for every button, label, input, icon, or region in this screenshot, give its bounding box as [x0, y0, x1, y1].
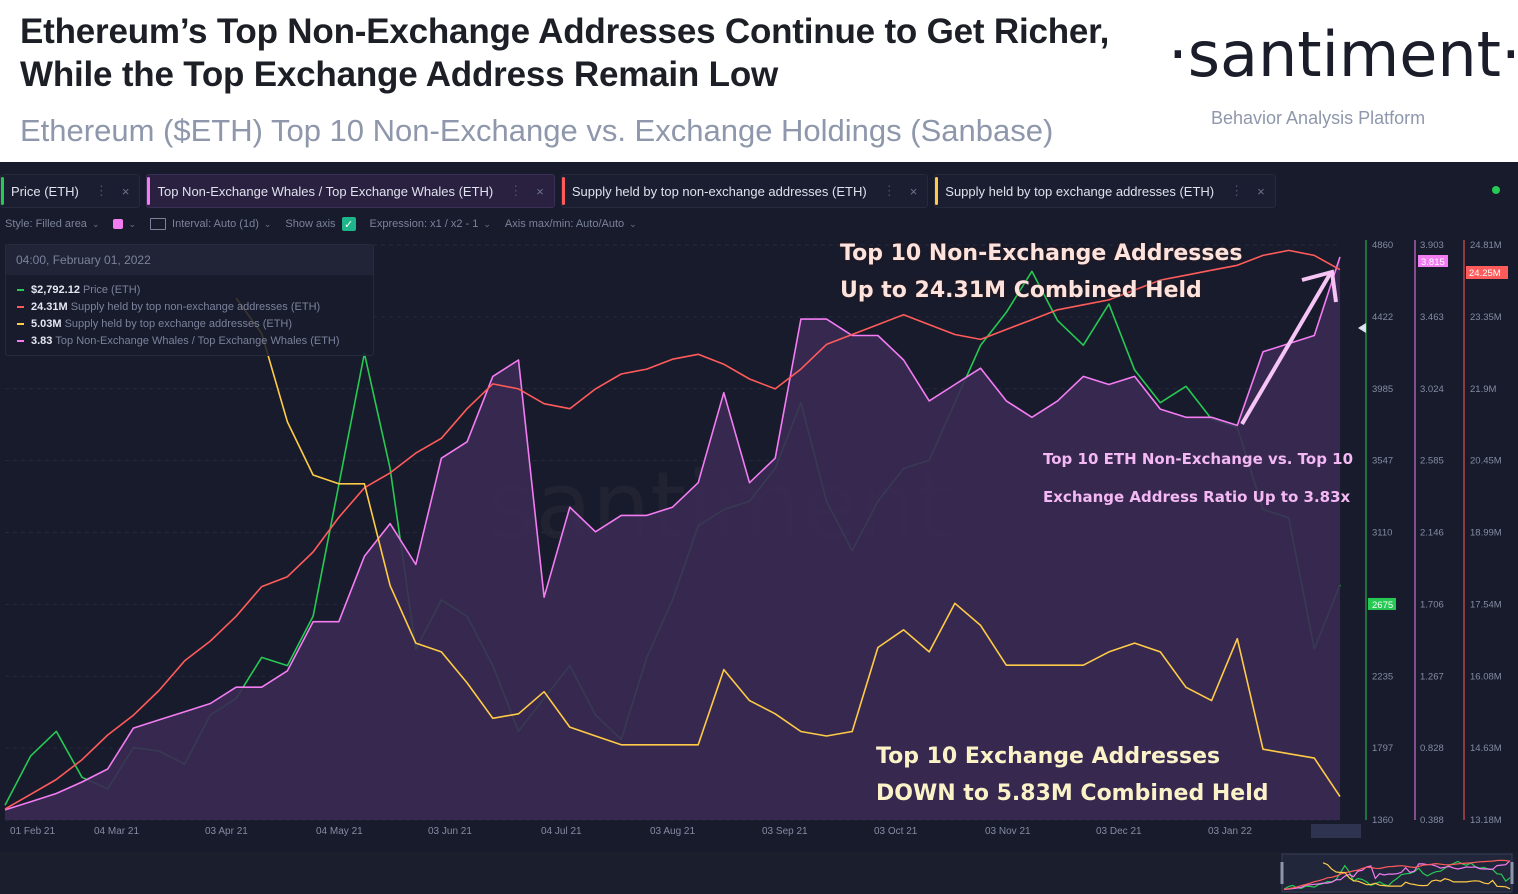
axis-tick-label: 17.54M	[1470, 599, 1502, 610]
tooltip-label: Supply held by top non-exchange addresse…	[70, 300, 321, 313]
x-tick-label: 03 Aug 21	[650, 826, 695, 837]
annotation-line: DOWN to 5.83M Combined Held	[876, 781, 1269, 806]
ratio-marker-label: 3.815	[1421, 257, 1445, 268]
axis-tick-label: 3.024	[1420, 384, 1444, 395]
logo-tagline: Behavior Analysis Platform	[1211, 108, 1426, 128]
legend-swatch	[17, 322, 24, 325]
tooltip-value: 24.31M	[31, 300, 68, 313]
annotation-exchange: Top 10 Exchange Addresses DOWN to 5.83M …	[876, 738, 1269, 812]
axis-tick-label: 3.903	[1420, 240, 1444, 251]
axis-tick-label: 2.585	[1420, 456, 1444, 467]
tooltip-value: $2,792.12	[31, 283, 80, 296]
axis-tick-label: 1.706	[1420, 599, 1444, 610]
annotation-line: Top 10 ETH Non-Exchange vs. Top 10	[1043, 450, 1354, 468]
tooltip-row-non-exchange: 24.31M Supply held by top non-exchange ad…	[6, 298, 373, 315]
price-axis-pointer-icon	[1358, 323, 1366, 333]
x-tick-label: 03 Jun 21	[428, 826, 472, 837]
axis-tick-label: 18.99M	[1470, 528, 1502, 539]
santiment-logo: ·santiment·	[1168, 18, 1518, 91]
tooltip-label: Price (ETH)	[82, 283, 141, 296]
legend-swatch	[17, 288, 24, 291]
axis-tick-label: 0.828	[1420, 743, 1444, 754]
price-marker-label: 2675	[1372, 600, 1393, 611]
legend-swatch	[17, 339, 24, 342]
axis-tick-label: 0.388	[1420, 815, 1444, 826]
tooltip-value: 5.03M	[31, 317, 62, 330]
axis-tick-label: 16.08M	[1470, 671, 1502, 682]
legend-swatch	[17, 305, 24, 308]
axis-tick-label: 4422	[1372, 312, 1393, 323]
tooltip-row-price: $2,792.12 Price (ETH)	[6, 281, 373, 298]
page-subtitle: Ethereum ($ETH) Top 10 Non-Exchange vs. …	[20, 113, 1054, 148]
axis-tick-label: 3547	[1372, 456, 1393, 467]
tooltip-label: Supply held by top exchange addresses (E…	[64, 317, 293, 330]
axis-tick-label: 4860	[1372, 240, 1393, 251]
tooltip-label: Top Non-Exchange Whales / Top Exchange W…	[55, 334, 340, 347]
tooltip-value: 3.83	[31, 334, 53, 347]
x-tick-label: 04 Mar 21	[94, 826, 139, 837]
x-tick-label: 03 Dec 21	[1096, 826, 1142, 837]
axis-tick-label: 13.18M	[1470, 815, 1502, 826]
x-cursor-badge	[1311, 824, 1361, 838]
x-tick-label: 04 Jul 21	[541, 826, 582, 837]
supply-marker-label: 24.25M	[1469, 268, 1501, 279]
axis-tick-label: 14.63M	[1470, 743, 1502, 754]
axis-tick-label: 3985	[1372, 384, 1393, 395]
tooltip-date: 04:00, February 01, 2022	[6, 245, 373, 275]
axis-tick-label: 3.463	[1420, 312, 1444, 323]
x-tick-label: 01 Feb 21	[10, 826, 55, 837]
annotation-line: Exchange Address Ratio Up to 3.83x	[1043, 488, 1351, 506]
x-tick-label: 04 May 21	[316, 826, 363, 837]
annotation-line: Up to 24.31M Combined Held	[840, 278, 1202, 303]
tooltip-row-exchange: 5.03M Supply held by top exchange address…	[6, 315, 373, 332]
annotation-non-exchange: Top 10 Non-Exchange Addresses Up to 24.3…	[840, 235, 1242, 309]
axis-tick-label: 2.146	[1420, 528, 1444, 539]
axis-tick-label: 1360	[1372, 815, 1393, 826]
x-tick-label: 03 Oct 21	[874, 826, 918, 837]
x-tick-label: 03 Sep 21	[762, 826, 808, 837]
axis-tick-label: 2235	[1372, 671, 1393, 682]
chart-panel: Price (ETH) ⋮ × Top Non-Exchange Whales …	[0, 162, 1518, 894]
axis-tick-label: 24.81M	[1470, 240, 1502, 251]
annotation-line: Top 10 Exchange Addresses	[876, 744, 1221, 769]
axis-tick-label: 3110	[1372, 528, 1392, 539]
axis-tick-label: 23.35M	[1470, 312, 1502, 323]
x-tick-label: 03 Jan 22	[1208, 826, 1252, 837]
x-tick-label: 03 Apr 21	[205, 826, 248, 837]
x-tick-label: 03 Nov 21	[985, 826, 1031, 837]
chart-tooltip: 04:00, February 01, 2022 $2,792.12 Price …	[5, 244, 374, 356]
axis-tick-label: 1.267	[1420, 671, 1444, 682]
annotation-line: Top 10 Non-Exchange Addresses	[840, 241, 1243, 266]
page-title: Ethereum’s Top Non-Exchange Addresses Co…	[20, 12, 1110, 94]
tooltip-row-ratio: 3.83 Top Non-Exchange Whales / Top Exchan…	[6, 332, 373, 349]
annotation-ratio: Top 10 ETH Non-Exchange vs. Top 10 Excha…	[1043, 440, 1353, 516]
axis-tick-label: 20.45M	[1470, 456, 1502, 467]
axis-tick-label: 1797	[1372, 743, 1393, 754]
axis-tick-label: 21.9M	[1470, 384, 1496, 395]
